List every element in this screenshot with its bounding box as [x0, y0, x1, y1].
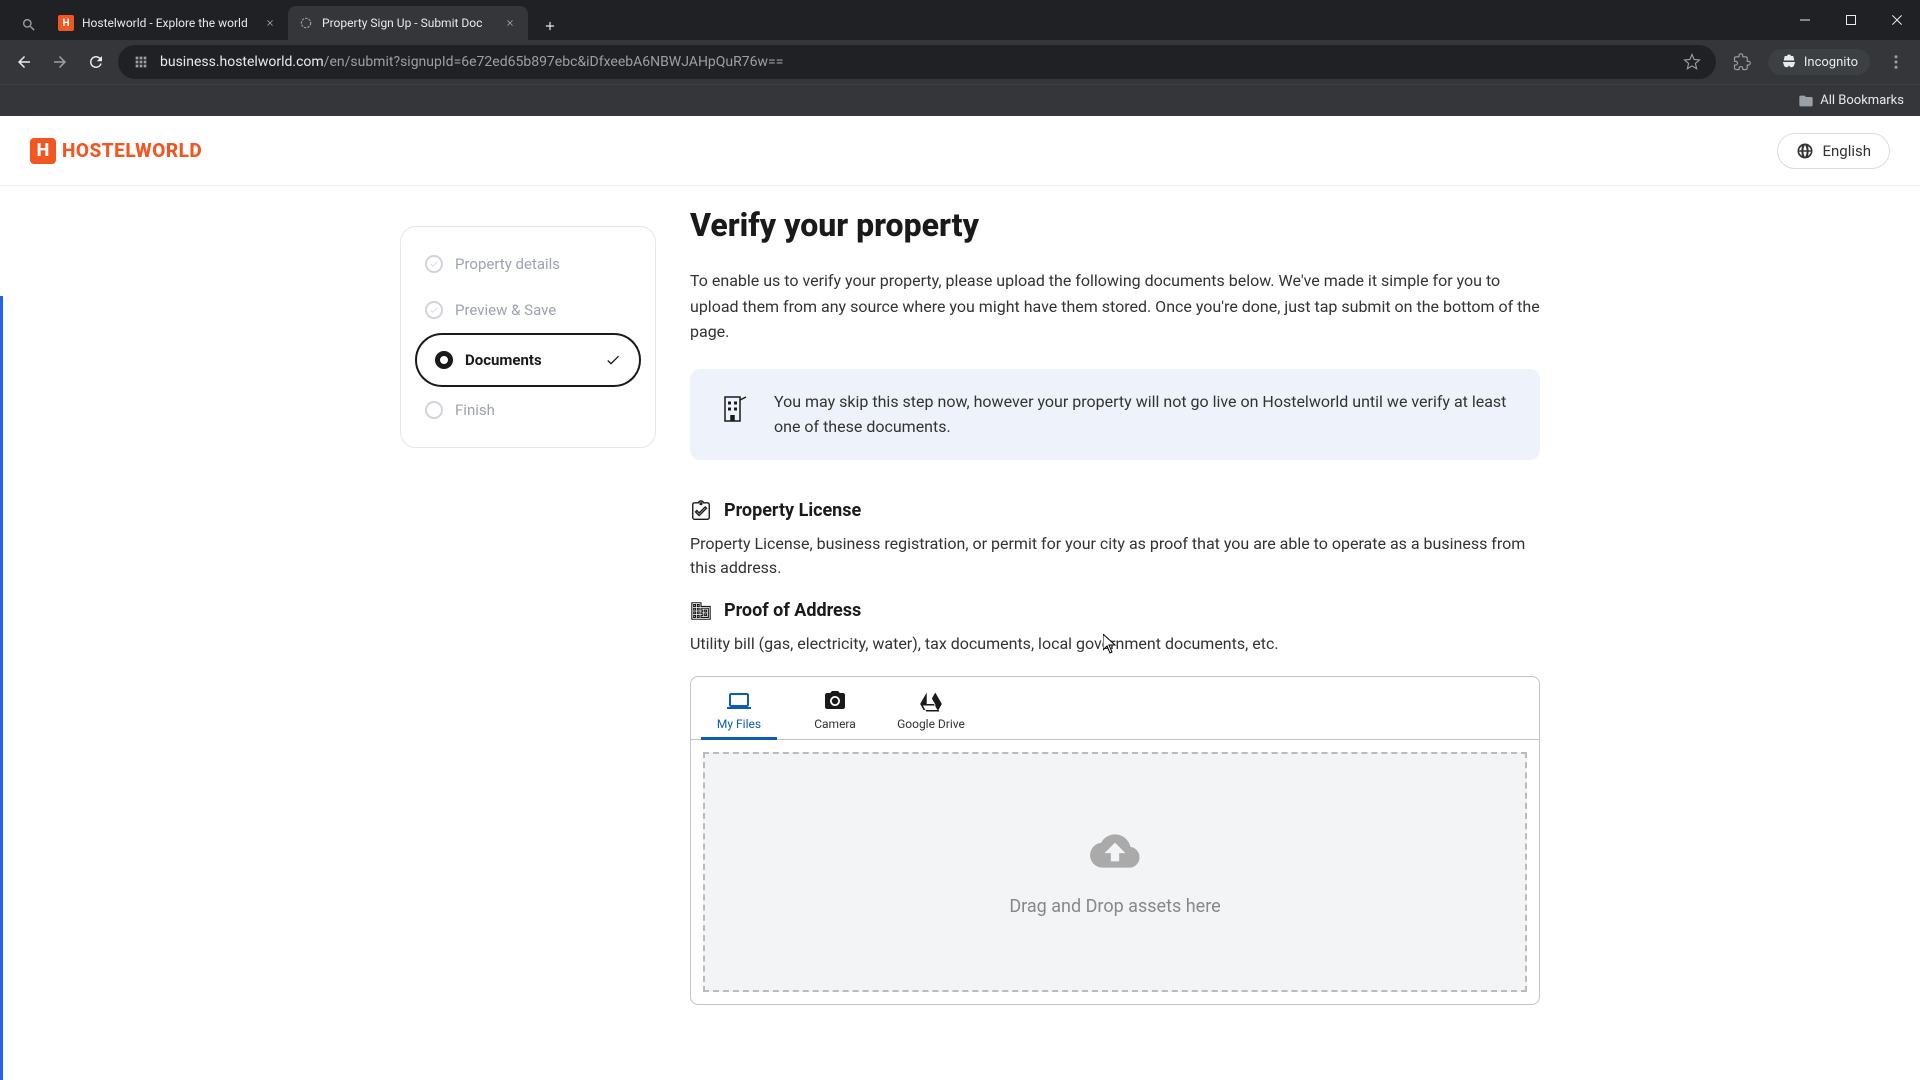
logo-icon: H — [30, 138, 56, 164]
hostelworld-logo[interactable]: H HOSTELWORLD — [30, 138, 202, 164]
step-label: Property details — [455, 255, 560, 273]
cloud-upload-icon — [1085, 826, 1145, 880]
page-viewport: H HOSTELWORLD English Property details P… — [0, 116, 1920, 1080]
scroll-indicator — [0, 296, 3, 1080]
window-close-button[interactable] — [1874, 0, 1920, 40]
url-text: business.hostelworld.com/en/submit?signu… — [160, 54, 1672, 70]
google-drive-icon — [919, 689, 943, 713]
window-maximize-button[interactable] — [1828, 0, 1874, 40]
section-desc: Utility bill (gas, electricity, water), … — [690, 632, 1540, 656]
language-button[interactable]: English — [1777, 133, 1890, 169]
browser-tab-0[interactable]: H Hostelworld - Explore the world — [48, 6, 288, 40]
window-minimize-button[interactable] — [1782, 0, 1828, 40]
intro-text: To enable us to verify your property, pl… — [690, 268, 1540, 345]
browser-tab-1[interactable]: Property Sign Up - Submit Doc — [288, 6, 528, 40]
section-title: Proof of Address — [724, 600, 861, 621]
tab-title: Hostelworld - Explore the world — [82, 16, 256, 30]
info-building-icon — [714, 389, 754, 429]
upload-widget: My Files Camera Google Drive Drag and Dr… — [690, 676, 1540, 1005]
section-desc: Property License, business registration,… — [690, 532, 1540, 580]
info-box: You may skip this step now, however your… — [690, 369, 1540, 460]
nav-back-button[interactable] — [10, 48, 38, 76]
nav-reload-button[interactable] — [82, 48, 110, 76]
all-bookmarks-label: All Bookmarks — [1820, 93, 1904, 108]
incognito-icon — [1780, 53, 1798, 71]
page-header: H HOSTELWORLD English — [0, 116, 1920, 186]
stepper-card: Property details Preview & Save Document… — [400, 226, 656, 448]
step-pending-icon — [425, 401, 443, 419]
upload-tab-label: Google Drive — [897, 717, 965, 731]
dropzone-text: Drag and Drop assets here — [1009, 896, 1220, 917]
site-info-icon[interactable] — [132, 53, 150, 71]
browser-menu-button[interactable] — [1882, 48, 1910, 76]
logo-text: HOSTELWORLD — [62, 139, 202, 162]
building-icon — [690, 600, 712, 622]
upload-dropzone[interactable]: Drag and Drop assets here — [703, 752, 1527, 992]
address-bar[interactable]: business.hostelworld.com/en/submit?signu… — [118, 45, 1716, 79]
section-title: Property License — [724, 500, 861, 521]
favicon-icon — [298, 15, 314, 31]
incognito-label: Incognito — [1804, 55, 1858, 70]
new-tab-button[interactable] — [536, 12, 564, 40]
globe-icon — [1796, 142, 1814, 160]
incognito-badge[interactable]: Incognito — [1768, 49, 1870, 75]
upload-tab-camera[interactable]: Camera — [787, 677, 883, 739]
step-property-details[interactable]: Property details — [415, 241, 641, 287]
upload-tab-label: My Files — [717, 717, 761, 731]
step-label: Documents — [465, 351, 542, 369]
upload-tab-google-drive[interactable]: Google Drive — [883, 677, 979, 739]
step-completed-icon — [425, 255, 443, 273]
section-header-address: Proof of Address — [690, 600, 1540, 622]
clipboard-icon — [690, 500, 712, 522]
tab-close-button[interactable] — [262, 15, 278, 31]
tab-title: Property Sign Up - Submit Doc — [322, 16, 496, 30]
upload-tab-label: Camera — [814, 717, 856, 731]
address-bar-row: business.hostelworld.com/en/submit?signu… — [0, 40, 1920, 84]
browser-tab-strip: H Hostelworld - Explore the world Proper… — [0, 0, 1920, 40]
page-title: Verify your property — [690, 206, 1540, 244]
section-header-license: Property License — [690, 500, 1540, 522]
bookmarks-bar: All Bookmarks — [0, 84, 1920, 116]
step-label: Finish — [455, 401, 495, 419]
step-documents[interactable]: Documents — [415, 333, 641, 387]
step-preview-save[interactable]: Preview & Save — [415, 287, 641, 333]
laptop-icon — [727, 689, 751, 713]
upload-tabs: My Files Camera Google Drive — [691, 677, 1539, 740]
step-completed-icon — [425, 301, 443, 319]
all-bookmarks-button[interactable]: All Bookmarks — [1798, 93, 1904, 109]
chevron-down-icon — [605, 352, 621, 368]
step-label: Preview & Save — [455, 301, 556, 319]
upload-tab-my-files[interactable]: My Files — [691, 677, 787, 739]
info-text: You may skip this step now, however your… — [774, 389, 1516, 440]
step-finish[interactable]: Finish — [415, 387, 641, 433]
extensions-icon[interactable] — [1732, 52, 1752, 72]
window-controls — [1782, 0, 1920, 40]
nav-forward-button[interactable] — [46, 48, 74, 76]
tab-close-button[interactable] — [502, 15, 518, 31]
bookmark-star-icon[interactable] — [1682, 52, 1702, 72]
folder-icon — [1798, 93, 1814, 109]
tab-search-button[interactable] — [14, 10, 44, 40]
main-content: Verify your property To enable us to ver… — [690, 186, 1540, 1005]
camera-icon — [823, 689, 847, 713]
step-active-icon — [435, 351, 453, 369]
favicon-icon: H — [58, 15, 74, 31]
language-label: English — [1822, 142, 1871, 160]
